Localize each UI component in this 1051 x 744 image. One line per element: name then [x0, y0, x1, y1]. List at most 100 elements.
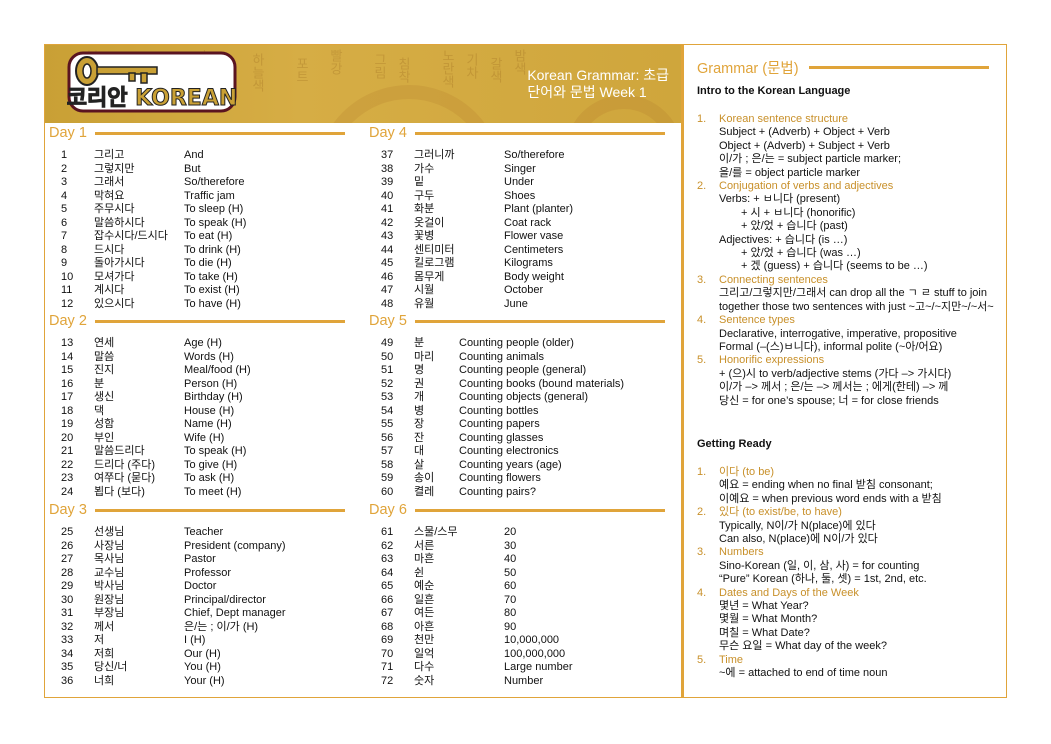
grammar-item-title: 4. Sentence types	[697, 314, 1007, 327]
korean-word: 교수님	[94, 566, 125, 579]
item-title-text: Dates and Days of the Week	[719, 586, 859, 599]
vocab-number: 32	[61, 620, 74, 633]
english-meaning: To exist (H)	[184, 284, 240, 296]
vocab-row: 61 스물/스무 20	[369, 526, 669, 540]
english-meaning: Counting papers	[459, 418, 540, 430]
korean-word: 주무시다	[94, 203, 135, 215]
grammar-line: 그리고/그렇지만/그래서 can drop all the ㄱ ㄹ stuff …	[719, 287, 994, 313]
vocab-list: 61 스물/스무 20 62 서른 30 63 마흔 40 64 쉰 50 65 예순 60 66 일흔 70 67…	[369, 526, 669, 688]
grammar-line: Sino-Korean (일, 이, 삼, 사) = for counting	[719, 559, 920, 572]
korean-word: 말씀하시다	[94, 216, 145, 229]
title-line-1: Korean Grammar: 초급	[527, 67, 669, 83]
vocab-number: 67	[381, 607, 394, 619]
vocab-row: 51 명 Counting people (general)	[369, 364, 669, 378]
vocab-number: 44	[381, 243, 394, 256]
korean-word: 부장님	[94, 607, 125, 619]
vocab-row: 55 장 Counting papers	[369, 418, 669, 432]
english-meaning: Counting people (general)	[459, 364, 587, 376]
grammar-item: 5. Time ~에 = attached to end of time noun	[697, 654, 1007, 681]
english-meaning: So/therefore	[184, 176, 245, 188]
vocab-row: 44 센티미터 Centimeters	[369, 244, 669, 258]
korean-word: 원장님	[94, 593, 125, 606]
vocab-number: 59	[381, 472, 394, 484]
vocab-row: 54 병 Counting bottles	[369, 405, 669, 419]
vocab-number: 7	[61, 230, 68, 242]
vocab-row: 65 예순 60	[369, 580, 669, 594]
vocab-row: 17 생신 Birthday (H)	[49, 391, 349, 405]
english-meaning: Counting glasses	[459, 431, 544, 444]
grammar-line: + 았/었 + 습니다 (was …)	[741, 247, 861, 260]
vocab-row: 48 유월 June	[369, 298, 669, 312]
grammar-title: Grammar (문법)	[697, 61, 799, 77]
vocab-row: 63 마흔 40	[369, 553, 669, 567]
grammar-list: 1. 이다 (to be) 예요 = ending when no final 받침…	[697, 466, 1007, 681]
vocab-row: 67 여든 80	[369, 607, 669, 621]
grammar-line: 이예요 = when previous word ends with a 받침	[719, 492, 942, 505]
day-title: Day 6	[369, 502, 407, 518]
vocab-number: 22	[61, 458, 74, 471]
vocab-number: 28	[61, 566, 74, 579]
korean-word: 저	[94, 634, 105, 646]
vocab-number: 12	[61, 297, 74, 310]
english-meaning: Flower vase	[504, 230, 564, 242]
day-header: Day 6	[369, 500, 669, 520]
grammar-line: Typically, N이/가 N(place)에 있다	[719, 519, 876, 532]
vocab-number: 66	[381, 593, 394, 606]
item-number: 5.	[697, 653, 707, 666]
english-meaning: Pastor	[184, 553, 216, 565]
korean-word: 구두	[414, 189, 435, 202]
korean-word: 말씀	[94, 350, 115, 363]
grammar-line: 이/가 ; 은/는 = subject particle marker;	[719, 153, 902, 166]
english-meaning: 40	[504, 553, 517, 565]
korean-word: 여든	[414, 607, 435, 619]
grammar-item: 5. Honorific expressions + (으)시 to verb/ad…	[697, 354, 1007, 408]
grammar-line: ~에 = attached to end of time noun	[719, 667, 888, 680]
vocab-number: 57	[381, 445, 394, 457]
vocab-row: 53 개 Counting objects (general)	[369, 391, 669, 405]
vocab-number: 20	[61, 431, 74, 444]
english-meaning: To have (H)	[184, 297, 241, 310]
day-header: Day 2	[49, 311, 349, 331]
english-meaning: Traffic jam	[184, 189, 235, 202]
vocab-number: 26	[61, 539, 74, 552]
item-number: 4.	[697, 314, 707, 327]
grammar-item-title: 1. Korean sentence structure	[697, 113, 1007, 126]
item-title-text: Conjugation of verbs and adjectives	[719, 180, 894, 193]
decorative-hangul-text: 빨강	[327, 49, 342, 75]
vocab-row: 66 일흔 70	[369, 594, 669, 608]
vocab-number: 47	[381, 284, 394, 296]
vocab-number: 41	[381, 203, 394, 215]
vocab-number: 6	[61, 216, 68, 229]
english-meaning: Teacher	[184, 526, 224, 538]
vocab-number: 58	[381, 458, 394, 471]
english-meaning: Counting books (bound materials)	[459, 377, 625, 390]
vocab-row: 7 잡수시다/드시다 To eat (H)	[49, 230, 349, 244]
english-meaning: June	[504, 297, 528, 310]
grammar-item-title: 5. Time	[697, 654, 1007, 667]
korean-word: 꽃병	[414, 230, 435, 242]
vocab-row: 71 다수 Large number	[369, 661, 669, 675]
vocab-row: 43 꽃병 Flower vase	[369, 230, 669, 244]
grammar-line: Object + (Adverb) + Subject + Verb	[719, 139, 890, 152]
korean-word: 켤레	[414, 485, 435, 498]
vocab-number: 49	[381, 337, 394, 349]
english-meaning: Counting animals	[459, 350, 544, 363]
korean-word: 대	[414, 445, 425, 457]
korean-word: 잡수시다/드시다	[94, 230, 168, 242]
korean-word: 일억	[414, 647, 435, 660]
vocab-number: 2	[61, 162, 68, 175]
korean-word: 선생님	[94, 526, 125, 538]
vocab-row: 41 화분 Plant (planter)	[369, 203, 669, 217]
grammar-item-title: 4. Dates and Days of the Week	[697, 587, 1007, 600]
english-meaning: 80	[504, 607, 517, 619]
day-title: Day 2	[49, 313, 87, 329]
item-number: 2.	[697, 180, 707, 193]
korean-word: 장	[414, 418, 425, 430]
english-meaning: Plant (planter)	[504, 203, 574, 215]
vocab-number: 14	[61, 350, 74, 363]
logo-text: 코리안 KOREAN	[67, 86, 237, 111]
vocab-row: 39 밑 Under	[369, 176, 669, 190]
item-title-text: Connecting sentences	[719, 273, 828, 286]
vocab-number: 56	[381, 431, 394, 444]
vocab-row: 26 사장님 President (company)	[49, 540, 349, 554]
